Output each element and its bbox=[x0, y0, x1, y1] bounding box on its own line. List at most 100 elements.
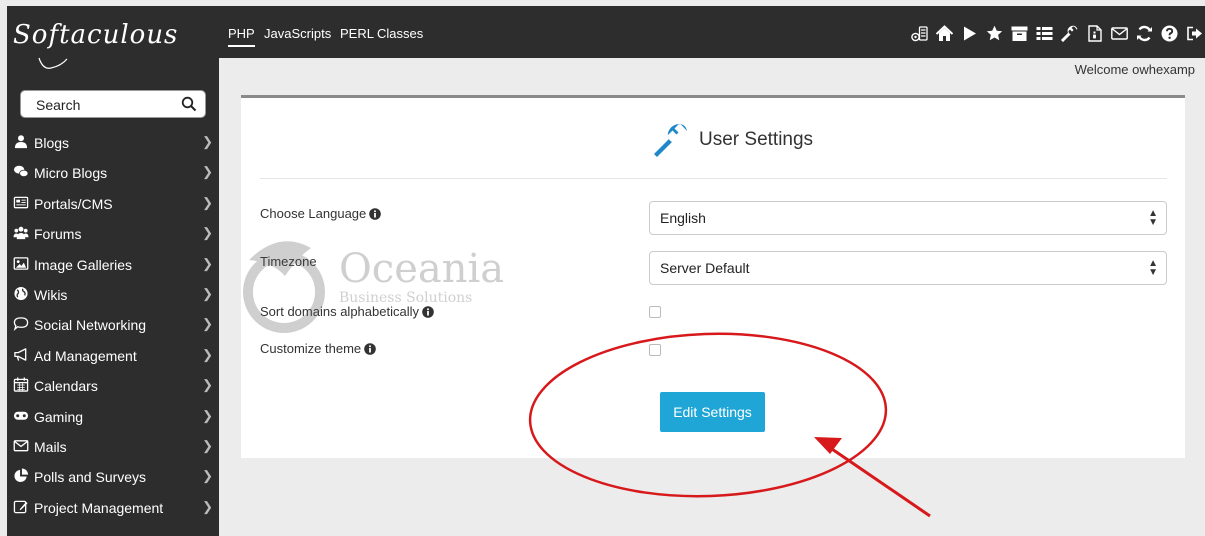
sidebar-item-label: Mails bbox=[34, 438, 67, 455]
page-title-text: User Settings bbox=[699, 129, 814, 150]
chevron-right-icon: ❯ bbox=[202, 194, 213, 210]
softaculous-app: Softaculous Blogs ❯ Micro Blogs ❯ Portal… bbox=[7, 6, 1205, 536]
user-icon bbox=[14, 135, 28, 149]
chevron-right-icon: ❯ bbox=[202, 285, 213, 301]
sidebar-item-calendars[interactable]: Calendars ❯ bbox=[7, 370, 219, 400]
sort-domains-label: Sort domains alphabetically bbox=[260, 304, 434, 319]
sidebar-item-image-galleries[interactable]: Image Galleries ❯ bbox=[7, 249, 219, 279]
gamepad-icon bbox=[13, 411, 29, 420]
sidebar-item-mails[interactable]: Mails ❯ bbox=[7, 431, 219, 461]
sidebar-item-polls-and-surveys[interactable]: Polls and Surveys ❯ bbox=[7, 461, 219, 491]
archive-icon[interactable] bbox=[1010, 24, 1028, 42]
envelope-icon bbox=[13, 440, 29, 452]
chevron-right-icon: ❯ bbox=[202, 346, 213, 362]
tab-php[interactable]: PHP bbox=[228, 26, 255, 47]
language-select[interactable]: English ▲ ▼ bbox=[649, 201, 1167, 235]
chevron-right-icon: ❯ bbox=[202, 316, 213, 332]
edit-settings-button[interactable]: Edit Settings bbox=[660, 392, 765, 432]
sidebar-item-label: Social Networking bbox=[34, 317, 147, 334]
logo-swash-icon bbox=[38, 57, 68, 69]
divider bbox=[260, 178, 1167, 179]
chevron-right-icon: ❯ bbox=[202, 407, 213, 423]
info-icon[interactable] bbox=[364, 343, 376, 355]
user-settings-panel: User Settings Choose Language English ▲ ▼… bbox=[241, 95, 1185, 458]
wrench-icon bbox=[654, 124, 687, 157]
toolbar bbox=[910, 23, 1203, 43]
sidebar-item-social-networking[interactable]: Social Networking ❯ bbox=[7, 309, 219, 339]
speech-icon bbox=[13, 317, 29, 332]
tab-classes[interactable]: Classes bbox=[377, 26, 423, 41]
sidebar-item-label: Image Galleries bbox=[34, 256, 133, 273]
tab-javascripts[interactable]: JavaScripts bbox=[264, 26, 331, 41]
timezone-select-value: Server Default bbox=[660, 260, 750, 276]
play-icon[interactable] bbox=[960, 24, 978, 42]
sidebar-item-label: Calendars bbox=[34, 378, 98, 395]
chevron-right-icon: ❯ bbox=[202, 134, 213, 149]
sidebar: Softaculous Blogs ❯ Micro Blogs ❯ Portal… bbox=[7, 6, 219, 536]
select-arrows-icon: ▲ ▼ bbox=[1148, 258, 1158, 278]
tab-perl[interactable]: PERL bbox=[340, 26, 374, 41]
sidebar-item-micro-blogs[interactable]: Micro Blogs ❯ bbox=[7, 157, 219, 187]
sidebar-item-wikis[interactable]: Wikis ❯ bbox=[7, 279, 219, 309]
sidebar-item-label: Polls and Surveys bbox=[34, 469, 147, 486]
info-icon[interactable] bbox=[369, 208, 382, 220]
pie-chart-icon bbox=[14, 468, 29, 483]
page-title: User Settings bbox=[653, 120, 813, 160]
refresh-icon[interactable] bbox=[1135, 24, 1153, 42]
sort-domains-label-text: Sort domains alphabetically bbox=[260, 304, 419, 319]
sidebar-item-label: Project Management bbox=[34, 499, 164, 516]
sidebar-item-label: Micro Blogs bbox=[34, 165, 108, 182]
sidebar-item-gaming[interactable]: Gaming ❯ bbox=[7, 401, 219, 431]
sidebar-item-portals-cms[interactable]: Portals/CMS ❯ bbox=[7, 188, 219, 218]
welcome-text: Welcome owhexamp bbox=[1074, 62, 1195, 77]
choose-language-label: Choose Language bbox=[260, 206, 382, 221]
sidebar-item-label: Portals/CMS bbox=[34, 195, 113, 212]
sidebar-item-label: Wikis bbox=[34, 286, 68, 303]
star-icon[interactable] bbox=[985, 24, 1003, 42]
home-icon[interactable] bbox=[935, 24, 953, 42]
customize-theme-label-text: Customize theme bbox=[260, 341, 362, 356]
search-box bbox=[20, 90, 206, 118]
chevron-right-icon: ❯ bbox=[202, 164, 213, 180]
category-list: Blogs ❯ Micro Blogs ❯ Portals/CMS ❯ Foru… bbox=[7, 127, 219, 522]
sidebar-item-ad-management[interactable]: Ad Management ❯ bbox=[7, 340, 219, 370]
chevron-right-icon: ❯ bbox=[202, 437, 213, 453]
sidebar-item-label: Ad Management bbox=[34, 347, 137, 364]
customize-theme-label: Customize theme bbox=[260, 341, 376, 356]
users-icon bbox=[13, 226, 29, 240]
wrench-icon[interactable] bbox=[1060, 24, 1078, 42]
chevron-right-icon: ❯ bbox=[202, 225, 213, 241]
image-icon bbox=[13, 256, 29, 270]
customize-theme-checkbox[interactable] bbox=[649, 344, 661, 356]
installations-icon[interactable] bbox=[910, 24, 928, 42]
language-select-value: English bbox=[660, 210, 706, 226]
chat-bubbles-icon bbox=[13, 166, 29, 178]
envelope-icon[interactable] bbox=[1110, 24, 1128, 42]
help-icon[interactable] bbox=[1160, 24, 1178, 42]
sidebar-item-forums[interactable]: Forums ❯ bbox=[7, 218, 219, 248]
edit-icon bbox=[13, 500, 28, 513]
timezone-select[interactable]: Server Default ▲ ▼ bbox=[649, 251, 1167, 285]
softaculous-logo[interactable]: Softaculous bbox=[7, 6, 219, 88]
search-input[interactable] bbox=[34, 95, 178, 115]
sort-domains-checkbox[interactable] bbox=[649, 306, 661, 318]
newspaper-icon bbox=[13, 196, 29, 209]
logout-icon[interactable] bbox=[1185, 24, 1203, 42]
chevron-right-icon: ❯ bbox=[202, 255, 213, 271]
sidebar-item-project-management[interactable]: Project Management ❯ bbox=[7, 492, 219, 522]
chevron-right-icon: ❯ bbox=[202, 468, 213, 484]
sidebar-item-blogs[interactable]: Blogs ❯ bbox=[7, 127, 219, 157]
timezone-label: Timezone bbox=[260, 254, 317, 269]
megaphone-icon bbox=[14, 347, 27, 361]
info-icon[interactable] bbox=[422, 306, 434, 318]
search-icon[interactable] bbox=[181, 96, 197, 112]
calendar-icon bbox=[13, 377, 29, 392]
chevron-right-icon: ❯ bbox=[202, 377, 213, 393]
sidebar-item-label: Forums bbox=[34, 226, 82, 243]
select-arrows-icon: ▲ ▼ bbox=[1148, 208, 1158, 228]
top-navigation: PHP JavaScripts PERL Classes bbox=[219, 6, 1205, 58]
chevron-right-icon: ❯ bbox=[202, 498, 213, 514]
list-icon[interactable] bbox=[1035, 24, 1053, 42]
file-icon[interactable] bbox=[1085, 24, 1103, 42]
logo-text: Softaculous bbox=[13, 20, 179, 50]
